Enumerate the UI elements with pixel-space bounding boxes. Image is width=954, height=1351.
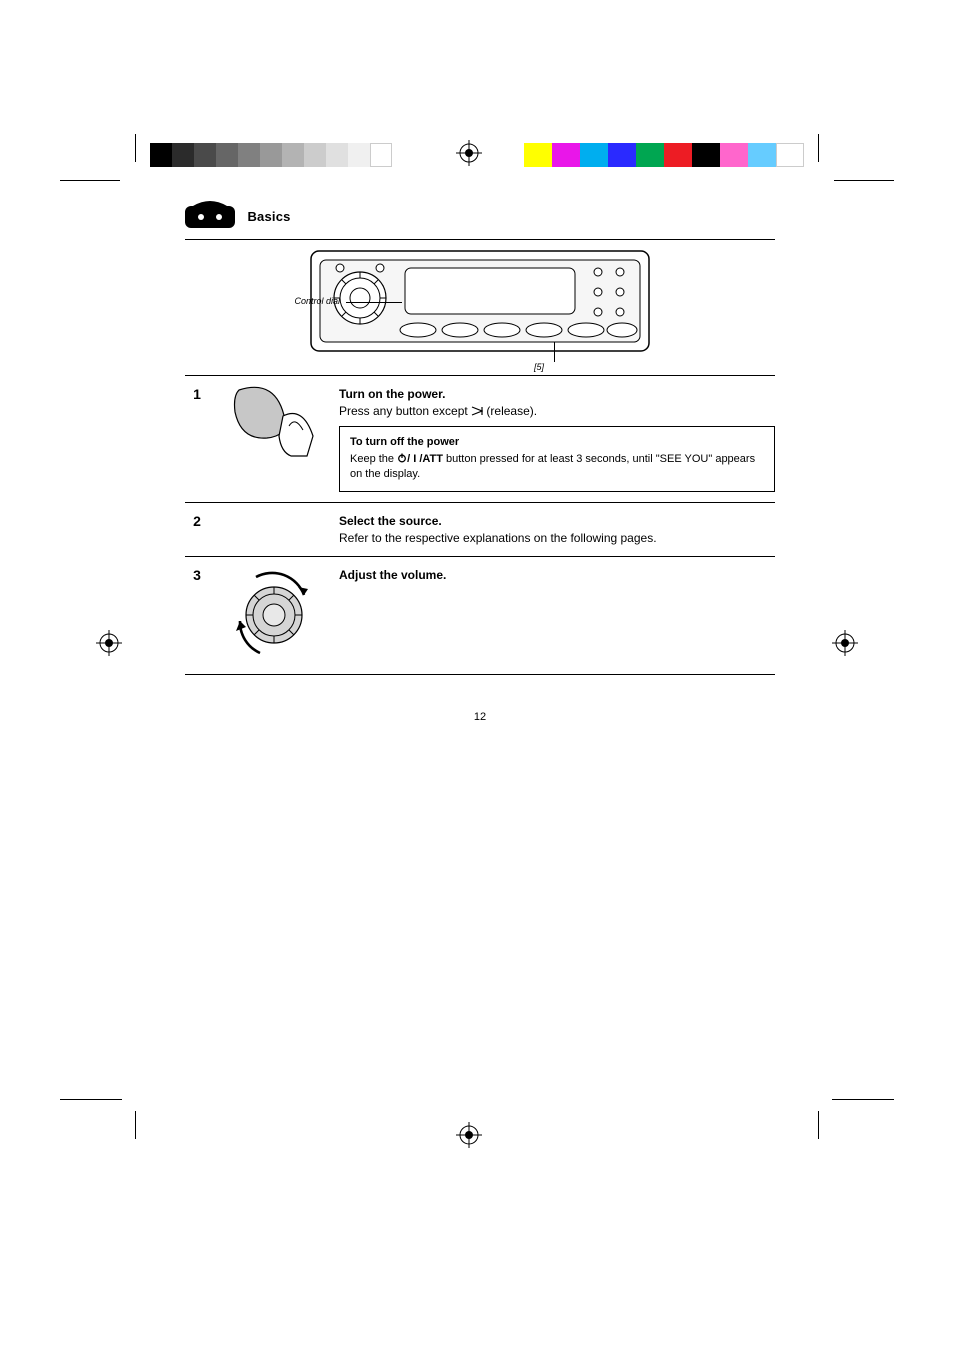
- release-arrow-icon: [471, 406, 483, 416]
- step-title: Turn on the power.: [339, 387, 445, 401]
- leader-line: [346, 302, 402, 303]
- device-diagram: Control dial [5]: [185, 250, 775, 365]
- note-title: To turn off the power: [350, 435, 764, 450]
- step-body: Refer to the respective explanations on …: [339, 531, 657, 545]
- registration-mark-icon: [456, 140, 482, 166]
- diagram-callout-control-dial: Control dial: [280, 296, 340, 306]
- color-bar: [524, 143, 804, 167]
- section-header: Basics: [185, 200, 775, 233]
- crop-mark: [818, 1111, 819, 1139]
- step-graphic: [219, 386, 329, 463]
- divider: [185, 239, 775, 240]
- crop-mark: [818, 134, 819, 162]
- step-body-suffix: .: [534, 404, 537, 418]
- section-title: Basics: [247, 209, 290, 224]
- bottom-crop-marks: [0, 1105, 954, 1165]
- step-number: 1: [185, 386, 209, 402]
- leader-line: [554, 342, 555, 362]
- step-number: 3: [185, 567, 209, 583]
- step-title: Adjust the volume.: [339, 568, 446, 582]
- crop-mark: [60, 180, 120, 181]
- top-crop-marks: [0, 140, 954, 180]
- step-release-label: (release): [486, 404, 533, 418]
- step-number: 2: [185, 513, 209, 529]
- step-row: 2 Select the source. Refer to the respec…: [185, 502, 775, 557]
- speaker-icon: [185, 200, 235, 233]
- crop-mark: [135, 134, 136, 162]
- step-row: 1 Turn on the power. Press any button ex…: [185, 375, 775, 502]
- power-att-icon: / I /ATT: [397, 453, 446, 465]
- car-stereo-illustration: [310, 250, 650, 360]
- crop-mark: [834, 180, 894, 181]
- crop-mark: [832, 1099, 894, 1100]
- crop-mark: [135, 1111, 136, 1139]
- diagram-callout-button-5: [5]: [534, 362, 544, 372]
- step-body-prefix: Press any button except: [339, 404, 471, 418]
- page-number: 12: [185, 711, 775, 723]
- note-box: To turn off the power Keep the / I /ATT …: [339, 426, 775, 492]
- step-graphic: [219, 567, 329, 664]
- registration-mark-icon: [96, 630, 122, 656]
- step-title: Select the source.: [339, 514, 442, 528]
- press-button-illustration: [233, 386, 315, 458]
- note-body-prefix: Keep the: [350, 453, 397, 465]
- rotate-dial-illustration: [226, 567, 322, 659]
- crop-mark: [60, 1099, 122, 1100]
- grayscale-bar: [150, 143, 392, 167]
- registration-mark-icon: [832, 630, 858, 656]
- step-row: 3: [185, 556, 775, 675]
